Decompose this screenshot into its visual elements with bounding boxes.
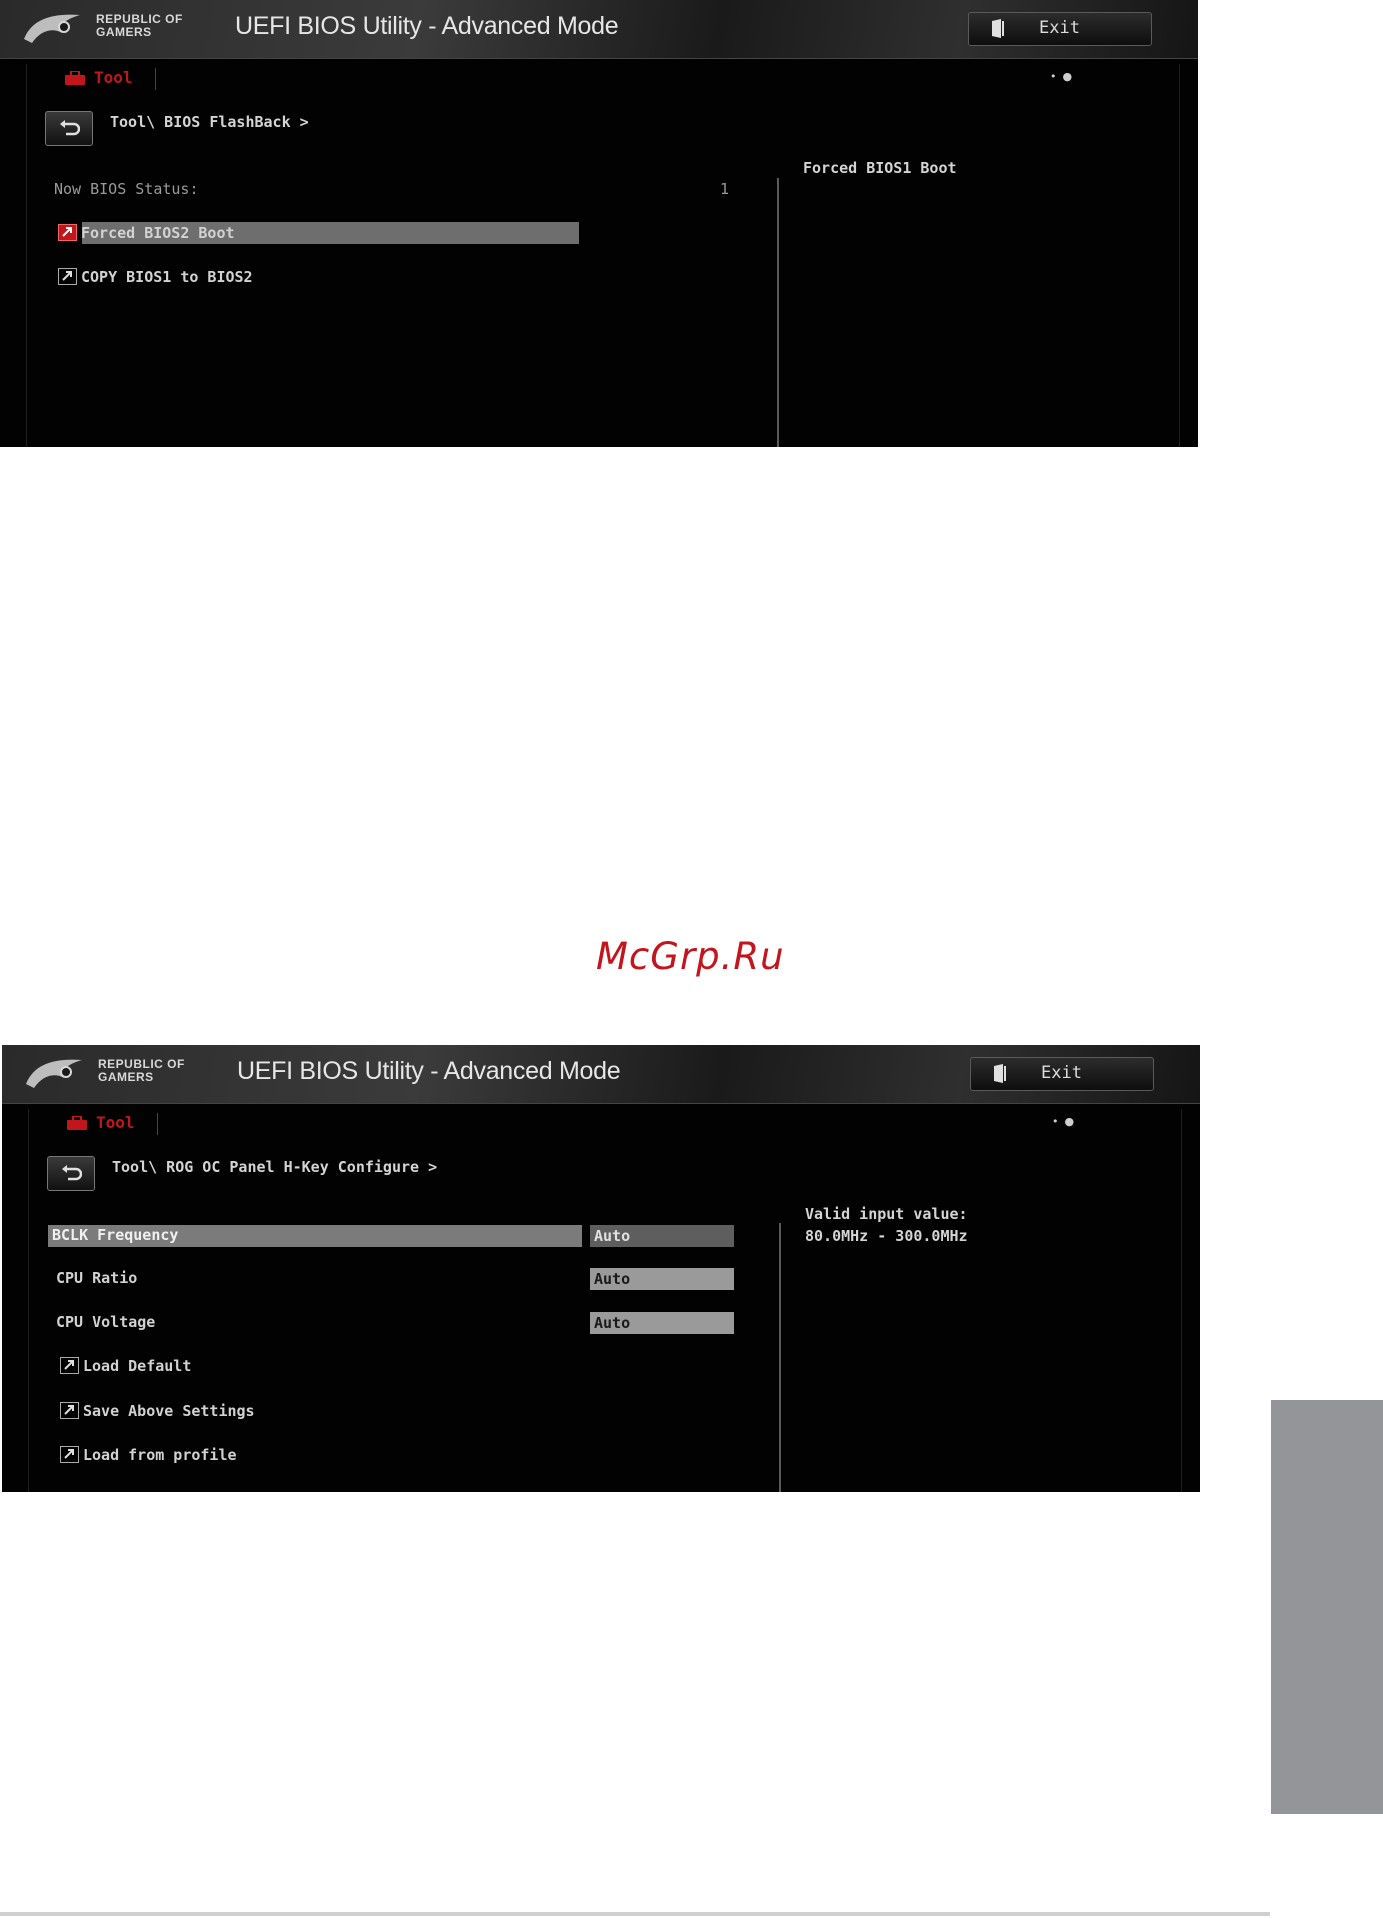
frame-line-left	[28, 1109, 29, 1492]
brand-line-2: GAMERS	[96, 25, 152, 39]
page-bottom-rule	[0, 1912, 1270, 1916]
bios-status-value: 1	[720, 180, 730, 198]
action-label: Load from profile	[83, 1446, 237, 1464]
submenu-arrow-icon-active	[58, 224, 77, 241]
bios-status-label: Now BIOS Status:	[54, 180, 199, 198]
help-panel: Valid input value: 80.0MHz - 300.0MHz	[805, 1203, 1165, 1247]
brand-line-2: GAMERS	[98, 1070, 154, 1084]
back-arrow-icon	[60, 120, 80, 136]
toolbox-icon	[65, 71, 85, 85]
page-indicator-dots: •●	[1052, 1115, 1081, 1128]
exit-label: Exit	[1039, 18, 1080, 38]
frame-line-right	[1179, 64, 1180, 447]
menu-item-label: Forced BIOS2 Boot	[81, 224, 235, 242]
tab-tool[interactable]: Tool	[66, 1113, 135, 1132]
back-arrow-icon	[62, 1165, 82, 1181]
breadcrumb: Tool\ ROG OC Panel H-Key Configure >	[112, 1158, 438, 1176]
help-divider	[777, 178, 779, 447]
menu-item-forced-bios2-boot[interactable]: Forced BIOS2 Boot	[58, 224, 235, 242]
setting-bclk-frequency-value[interactable]: Auto	[590, 1225, 734, 1247]
back-button[interactable]	[47, 1156, 95, 1191]
help-line-2: 80.0MHz - 300.0MHz	[805, 1227, 968, 1245]
menu-item-copy-bios1-to-bios2[interactable]: COPY BIOS1 to BIOS2	[58, 268, 253, 286]
exit-button[interactable]: Exit	[970, 1057, 1154, 1091]
setting-cpu-voltage-label[interactable]: CPU Voltage	[56, 1313, 155, 1331]
title-bar: REPUBLIC OF GAMERS UEFI BIOS Utility - A…	[0, 0, 1198, 59]
exit-door-icon	[992, 19, 1004, 38]
action-save-above-settings[interactable]: Save Above Settings	[60, 1402, 255, 1420]
exit-label: Exit	[1041, 1063, 1082, 1083]
submenu-arrow-icon	[60, 1446, 79, 1463]
rog-logo-icon	[26, 1059, 82, 1088]
bios-screen-flashback: REPUBLIC OF GAMERS UEFI BIOS Utility - A…	[0, 0, 1198, 447]
tab-separator	[155, 68, 156, 90]
tab-separator	[157, 1113, 158, 1135]
toolbox-icon	[67, 1116, 87, 1130]
frame-line-right	[1181, 1109, 1182, 1492]
title-bar: REPUBLIC OF GAMERS UEFI BIOS Utility - A…	[2, 1045, 1200, 1104]
action-load-from-profile[interactable]: Load from profile	[60, 1446, 237, 1464]
back-button[interactable]	[45, 111, 93, 146]
help-line-1: Valid input value:	[805, 1205, 968, 1223]
tab-tool[interactable]: Tool	[64, 68, 133, 87]
brand-text: REPUBLIC OF GAMERS	[96, 13, 183, 39]
frame-line-left	[26, 64, 27, 447]
rog-logo-icon	[24, 14, 80, 43]
submenu-arrow-icon	[58, 268, 77, 285]
menu-item-label: COPY BIOS1 to BIOS2	[81, 268, 253, 286]
action-label: Load Default	[83, 1357, 192, 1375]
setting-cpu-ratio-label[interactable]: CPU Ratio	[56, 1269, 137, 1287]
tab-tool-label: Tool	[94, 68, 133, 87]
setting-bclk-frequency-label[interactable]: BCLK Frequency	[52, 1226, 178, 1244]
exit-door-icon	[994, 1064, 1006, 1083]
chapter-side-tab	[1271, 1400, 1383, 1814]
action-load-default[interactable]: Load Default	[60, 1357, 191, 1375]
help-divider	[779, 1223, 781, 1492]
submenu-arrow-icon	[60, 1357, 79, 1374]
exit-button[interactable]: Exit	[968, 12, 1152, 46]
setting-cpu-ratio-value[interactable]: Auto	[590, 1268, 734, 1290]
breadcrumb: Tool\ BIOS FlashBack >	[110, 113, 309, 131]
help-text: Forced BIOS1 Boot	[803, 159, 957, 177]
action-label: Save Above Settings	[83, 1402, 255, 1420]
app-title: UEFI BIOS Utility - Advanced Mode	[237, 1057, 621, 1085]
submenu-arrow-icon	[60, 1402, 79, 1419]
setting-cpu-voltage-value[interactable]: Auto	[590, 1312, 734, 1334]
tab-tool-label: Tool	[96, 1113, 135, 1132]
page-indicator-dots: •●	[1050, 70, 1079, 83]
help-panel: Forced BIOS1 Boot	[803, 157, 1163, 179]
brand-text: REPUBLIC OF GAMERS	[98, 1058, 185, 1084]
watermark: McGrp.Ru	[596, 935, 785, 978]
app-title: UEFI BIOS Utility - Advanced Mode	[235, 12, 619, 40]
bios-screen-hkey-configure: REPUBLIC OF GAMERS UEFI BIOS Utility - A…	[2, 1045, 1200, 1492]
